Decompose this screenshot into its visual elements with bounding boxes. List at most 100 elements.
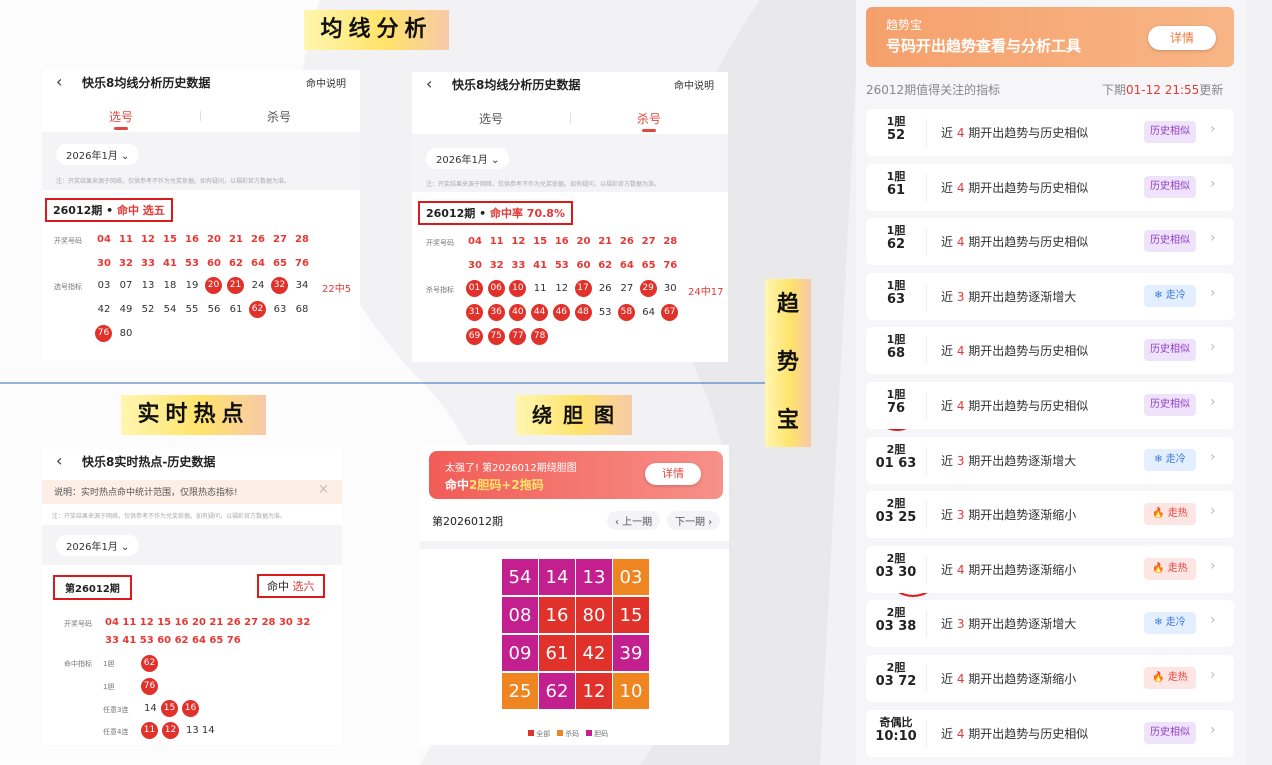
hit-prefix: 命中 <box>267 580 293 593</box>
indicator-row[interactable]: 奇偶比 10:10 近 4 期开出趋势与历史相似 历史相似 › <box>866 709 1234 757</box>
panel-header: ‹ 快乐8均线分析历史数据 命中说明 <box>412 72 728 102</box>
pick-number: 49 <box>119 304 133 315</box>
trend-prefix: 近 <box>941 508 957 523</box>
back-arrow-icon[interactable]: ‹ <box>56 72 62 91</box>
indicator-row[interactable]: 2胆 03 72 近 4 期开出趋势逐渐缩小 🔥 走热 › <box>866 655 1234 702</box>
pick-number: 07 <box>119 280 133 291</box>
pick-number: 56 <box>207 304 221 315</box>
chevron-right-icon[interactable]: › <box>1210 230 1216 246</box>
indicator-row[interactable]: 2胆 03 38 近 3 期开出趋势逐渐增大 ❄ 走冷 › <box>866 600 1234 648</box>
banner-big-title: 号码开出趋势查看与分析工具 <box>886 37 1082 55</box>
chevron-right-icon[interactable]: › <box>1210 503 1216 519</box>
back-arrow-icon[interactable]: ‹ <box>426 74 432 93</box>
indicator-row[interactable]: 1胆 61 近 4 期开出趋势与历史相似 历史相似 › <box>866 163 1234 211</box>
month-selector[interactable]: 2026年1月 ⌄ <box>56 144 140 165</box>
indicator-row[interactable]: 1胆 68 近 4 期开出趋势与历史相似 历史相似 › <box>866 327 1234 375</box>
next-period-button[interactable]: 下一期 › <box>667 511 721 530</box>
tab-xuanhao[interactable]: 选号 <box>109 108 133 125</box>
qushibao-banner: 趋势宝 号码开出趋势查看与分析工具 详情 <box>866 7 1234 67</box>
draw-number: 53 <box>185 258 199 269</box>
draw-number: 65 <box>641 260 656 271</box>
trend-text: 近 4 期开出趋势与历史相似 <box>941 397 1088 414</box>
number-ball: 76 <box>141 678 158 695</box>
detail-button[interactable]: 详情 <box>645 463 701 485</box>
status-badge: ❄ 走冷 <box>1144 284 1196 307</box>
chevron-right-icon[interactable]: › <box>1210 722 1216 738</box>
close-icon[interactable]: × <box>318 482 329 497</box>
indicator-row[interactable]: 1胆 63 近 3 期开出趋势逐渐增大 ❄ 走冷 › <box>866 272 1234 320</box>
chevron-right-icon[interactable]: › <box>1210 667 1216 683</box>
disclaimer-note: 注：开奖结果来源于网络，仅供参考不作为兑奖依据。如有疑问，以福彩官方数据为准。 <box>426 181 661 188</box>
draw-number: 53 <box>554 260 569 271</box>
draw-number: 12 <box>511 236 526 247</box>
indicator-value: 76 <box>886 401 906 416</box>
tab-xuanhao[interactable]: 选号 <box>479 110 503 127</box>
chevron-right-icon[interactable]: › <box>1210 449 1216 465</box>
number-ball: 16 <box>182 700 199 717</box>
kill-ball: 29 <box>639 280 657 297</box>
tab-shahao[interactable]: 杀号 <box>267 108 291 125</box>
number-ball: 12 <box>162 722 179 739</box>
update-suffix: 更新 <box>1199 83 1224 97</box>
grid-cell: 42 <box>575 634 613 672</box>
draw-number: 21 <box>598 236 613 247</box>
chevron-right-icon[interactable]: › <box>1210 612 1216 628</box>
chevron-right-icon[interactable]: › <box>1210 339 1216 355</box>
section-subtitle: 26012期值得关注的指标 <box>866 83 1001 97</box>
indicator-row[interactable]: 1胆 52 近 4 期开出趋势与历史相似 历史相似 › <box>866 109 1234 156</box>
grid-cell: 80 <box>575 596 613 634</box>
detail-button[interactable]: 详情 <box>1148 26 1216 50</box>
indicator-type: 2胆 <box>886 442 906 456</box>
kill-ball: 44 <box>531 304 549 321</box>
pick-number: 61 <box>229 304 243 315</box>
hit-explain-link[interactable]: 命中说明 <box>306 75 346 90</box>
period-box: 第26012期 <box>53 575 132 600</box>
status-badge: 历史相似 <box>1144 339 1196 362</box>
grid-cell: 12 <box>575 672 613 710</box>
kill-label: 杀号指标 <box>426 286 454 294</box>
prev-period-button[interactable]: ‹ 上一期 <box>607 511 661 530</box>
update-prefix: 下期 <box>1102 83 1127 97</box>
draw-number: 30 <box>468 260 482 271</box>
chevron-right-icon[interactable]: › <box>1210 121 1216 137</box>
indicator-row[interactable]: 1胆 62 近 4 期开出趋势与历史相似 历史相似 › <box>866 218 1234 266</box>
hit-box: 命中 选六 <box>257 574 325 598</box>
indicator-row-label: 1胆 <box>103 660 115 668</box>
draw-number: 32 <box>119 258 133 269</box>
chevron-right-icon[interactable]: › <box>1210 176 1216 192</box>
trend-suffix: 期开出趋势与历史相似 <box>964 399 1089 413</box>
update-time: 下期01-12 21:55更新 <box>1102 81 1223 98</box>
draw-number: 28 <box>295 234 309 245</box>
indicator-row[interactable]: 2胆 03 30 近 4 期开出趋势逐渐缩小 🔥 走热 › <box>866 545 1234 593</box>
trend-prefix: 近 <box>941 126 957 140</box>
chevron-right-icon[interactable]: › <box>1210 394 1216 410</box>
indicator-row[interactable]: 2胆 01 63 近 3 期开出趋势逐渐增大 ❄ 走冷 › <box>866 436 1234 484</box>
status-badge: ❄ 走冷 <box>1144 448 1196 471</box>
trend-suffix: 期开出趋势与历史相似 <box>964 235 1089 250</box>
hit-explain-link[interactable]: 命中说明 <box>674 77 714 92</box>
hit-value: 选六 <box>292 580 315 593</box>
divider <box>420 541 729 549</box>
pick-number: 13 <box>141 280 155 291</box>
panel-raodan-tu: 太强了! 第2026012期绕胆图 命中2胆码+2拖码 详情 第2026012期… <box>420 445 729 745</box>
tab-shahao[interactable]: 杀号 <box>637 110 661 127</box>
row-divider <box>926 665 927 693</box>
trend-text: 近 4 期开出趋势逐渐缩小 <box>941 561 1076 578</box>
back-arrow-icon[interactable]: ‹ <box>56 451 62 470</box>
chevron-right-icon[interactable]: › <box>1210 558 1216 574</box>
pick-number: 18 <box>163 280 177 291</box>
period-text: 26012期 • <box>53 204 117 217</box>
trend-suffix: 期开出趋势逐渐缩小 <box>964 562 1077 577</box>
row-divider <box>926 555 927 584</box>
indicator-row[interactable]: 1胆 76 近 4 期开出趋势与历史相似 历史相似 › <box>866 382 1234 429</box>
month-selector[interactable]: 2026年1月 ⌄ <box>426 148 510 169</box>
kill-ball: 78 <box>531 328 549 345</box>
hit-text: 命中 选五 <box>116 204 165 217</box>
indicator-row[interactable]: 2胆 03 25 近 3 期开出趋势逐渐缩小 🔥 走热 › <box>866 491 1234 539</box>
grid-cell: 09 <box>501 634 539 672</box>
draw-number: 30 <box>97 258 111 269</box>
chevron-right-icon[interactable]: › <box>1210 285 1216 301</box>
month-selector[interactable]: 2026年1月 ⌄ <box>56 535 140 556</box>
status-badge: ❄ 走冷 <box>1144 612 1196 635</box>
draw-number: 26 <box>251 234 265 245</box>
